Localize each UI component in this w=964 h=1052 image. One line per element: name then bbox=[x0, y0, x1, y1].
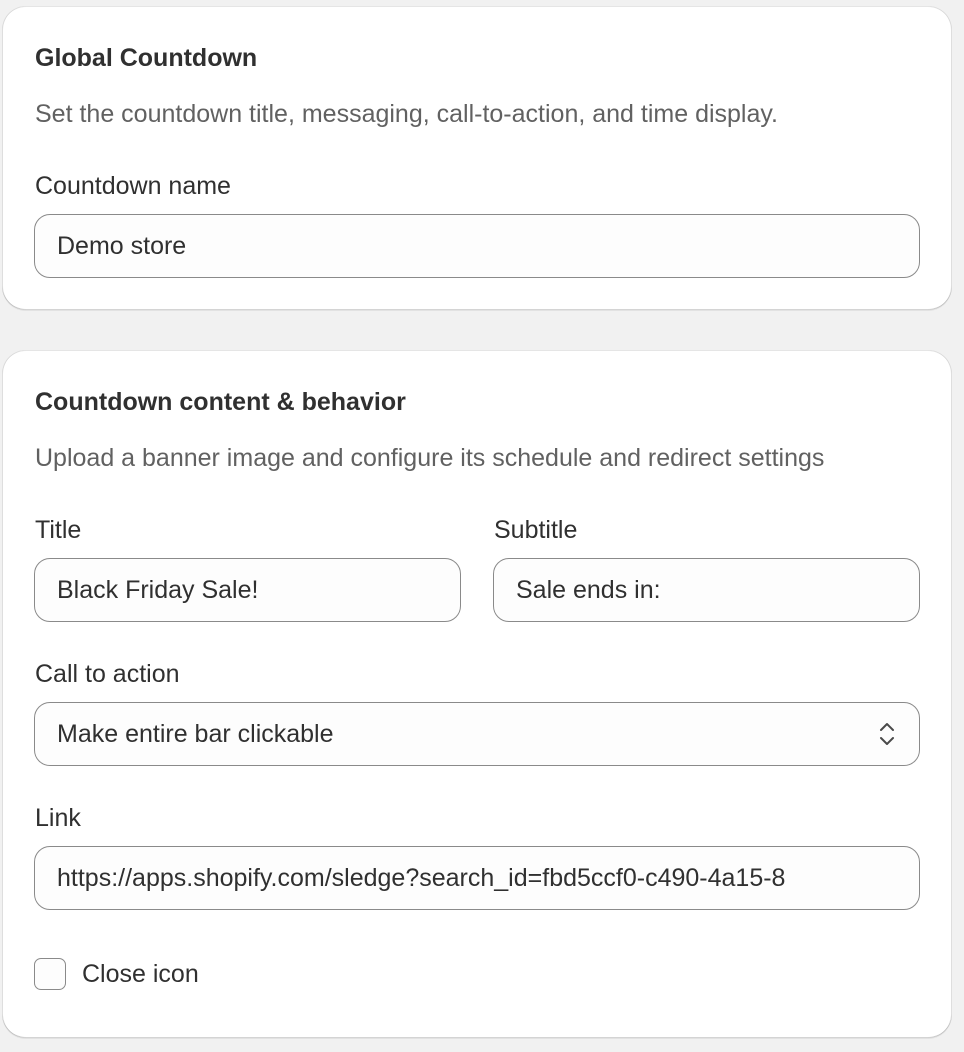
close-icon-label: Close icon bbox=[82, 959, 199, 988]
link-input[interactable] bbox=[34, 846, 920, 910]
global-countdown-card: Global Countdown Set the countdown title… bbox=[2, 6, 952, 310]
card-description: Set the countdown title, messaging, call… bbox=[35, 100, 778, 128]
close-icon-checkbox-row[interactable]: Close icon bbox=[34, 958, 199, 990]
title-label: Title bbox=[35, 516, 82, 544]
subtitle-label: Subtitle bbox=[494, 516, 578, 544]
call-to-action-value: Make entire bar clickable bbox=[57, 719, 334, 748]
card-title: Global Countdown bbox=[35, 44, 258, 72]
settings-page: Global Countdown Set the countdown title… bbox=[0, 0, 964, 1052]
card-description: Upload a banner image and configure its … bbox=[35, 444, 825, 472]
close-icon-checkbox[interactable] bbox=[34, 958, 66, 990]
subtitle-input[interactable] bbox=[493, 558, 920, 622]
call-to-action-select[interactable]: Make entire bar clickable bbox=[34, 702, 920, 766]
link-label: Link bbox=[35, 804, 81, 832]
countdown-content-card: Countdown content & behavior Upload a ba… bbox=[2, 350, 952, 1038]
countdown-name-input[interactable] bbox=[34, 214, 920, 278]
countdown-name-label: Countdown name bbox=[35, 172, 231, 200]
select-chevrons-icon bbox=[877, 718, 897, 750]
card-title: Countdown content & behavior bbox=[35, 388, 406, 416]
title-input[interactable] bbox=[34, 558, 461, 622]
call-to-action-label: Call to action bbox=[35, 660, 180, 688]
